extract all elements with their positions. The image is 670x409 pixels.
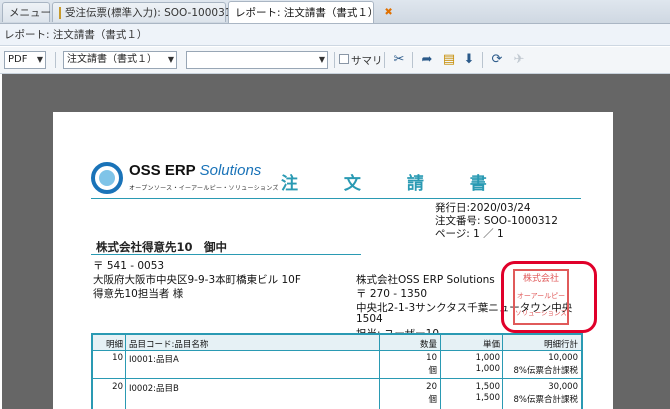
header-total: 明細行計	[543, 340, 578, 350]
row2-qty: 20	[426, 382, 437, 392]
row1-price: 1,000	[475, 353, 500, 363]
row1-total: 10,000	[548, 353, 578, 363]
row1-qty: 10	[426, 353, 437, 363]
row2-price: 1,500	[475, 382, 500, 392]
scissors-icon[interactable]: ✂	[390, 51, 408, 69]
divider	[55, 52, 56, 68]
report-select-value: 注文請書（書式１）	[67, 54, 157, 65]
customer-contact: 得意先10担当者 様	[93, 288, 184, 300]
customer-underline	[91, 254, 361, 255]
chevron-down-icon: ▼	[167, 55, 174, 64]
divider	[482, 52, 483, 68]
row1-item: I0001:品目A	[129, 355, 179, 365]
tab-order-slip-label: 受注伝票(標準入力): SOO-1000312	[65, 7, 239, 19]
row1-line: 10	[112, 353, 123, 363]
report-viewer: OSS ERP Solutions オープンソース・イーアールピー・ソリューショ…	[0, 74, 670, 409]
send-icon[interactable]: ➦	[418, 51, 436, 69]
tab-order-slip[interactable]: 受注伝票(標準入力): SOO-1000312 ✖	[52, 2, 253, 22]
summary-checkbox[interactable]	[339, 54, 349, 64]
report-toolbar: PDF ▼ 注文請書（書式１） ▼ ▼ サマリ ✂ ➦ ▤ ⬇ ⟳ ✈	[0, 47, 670, 74]
header-qty: 数量	[419, 340, 437, 350]
row2-line: 20	[112, 382, 123, 392]
refresh-icon[interactable]: ⟳	[488, 51, 506, 69]
header-price: 単価	[482, 340, 500, 350]
chevron-down-icon: ▼	[318, 55, 325, 64]
customer-name: 株式会社得意先10 御中	[96, 240, 228, 254]
report-select[interactable]: 注文請書（書式１） ▼	[63, 51, 177, 69]
export-icon[interactable]: ⬇	[460, 51, 478, 69]
tab-menu-label: メニュー	[9, 7, 51, 19]
breadcrumb: レポート: 注文請書（書式１）	[0, 24, 670, 46]
blank-select[interactable]: ▼	[186, 51, 328, 69]
company-address-building: 1504	[356, 313, 383, 325]
company-name: 株式会社OSS ERP Solutions	[356, 274, 495, 286]
row2-total: 30,000	[548, 382, 578, 392]
divider	[384, 52, 385, 68]
company-logo-subtitle: オープンソース・イーアールピー・ソリューションズ	[129, 185, 279, 192]
row1-price2: 1,000	[475, 364, 500, 374]
row2-price2: 1,500	[475, 393, 500, 403]
company-zip: 〒 270 - 1350	[356, 288, 428, 300]
divider	[334, 52, 335, 68]
row1-unit: 個	[428, 366, 437, 376]
tab-report[interactable]: レポート: 注文請書（書式１） ✖	[228, 1, 393, 23]
tab-report-label: レポート: 注文請書（書式１）	[235, 7, 379, 19]
viewer-left-edge	[0, 74, 2, 409]
title-underline	[91, 198, 581, 199]
document-title: 注 文 請 書	[281, 174, 507, 194]
row1-tax: 8%伝票合計課税	[513, 366, 579, 376]
summary-label: サマリ	[351, 55, 383, 67]
close-icon[interactable]: ✖	[384, 7, 392, 18]
order-lines-table: 明細 品目コード:品目名称 数量 単価 明細行計 10 I0001:品目A 10…	[91, 333, 583, 409]
row2-item: I0002:品目B	[129, 384, 179, 394]
format-select[interactable]: PDF ▼	[4, 51, 46, 69]
page-number: ページ: 1 ／ 1	[435, 228, 504, 240]
row2-unit: 個	[428, 395, 437, 405]
company-logo-text: OSS ERP Solutions	[129, 162, 262, 179]
format-select-value: PDF	[8, 54, 28, 65]
header-item: 品目コード:品目名称	[129, 340, 209, 350]
row2-tax: 8%伝票合計課税	[513, 395, 579, 405]
chevron-down-icon: ▼	[36, 55, 43, 64]
customer-address: 大阪府大阪市中央区9-9-3本町橋東ビル 10F	[93, 274, 301, 286]
header-line: 明細	[105, 340, 123, 350]
customer-zip: 〒 541 - 0053	[93, 260, 165, 272]
tab-bar: メニュー 受注伝票(標準入力): SOO-1000312 ✖ レポート: 注文請…	[0, 0, 670, 24]
company-logo-icon	[91, 162, 123, 194]
divider	[412, 52, 413, 68]
document-icon	[59, 6, 61, 19]
seal-highlight	[501, 261, 597, 333]
disabled-link-icon[interactable]: ✈	[510, 51, 528, 69]
tab-menu[interactable]: メニュー	[2, 2, 51, 22]
notebook-icon[interactable]: ▤	[440, 51, 458, 69]
report-page: OSS ERP Solutions オープンソース・イーアールピー・ソリューショ…	[53, 112, 613, 409]
